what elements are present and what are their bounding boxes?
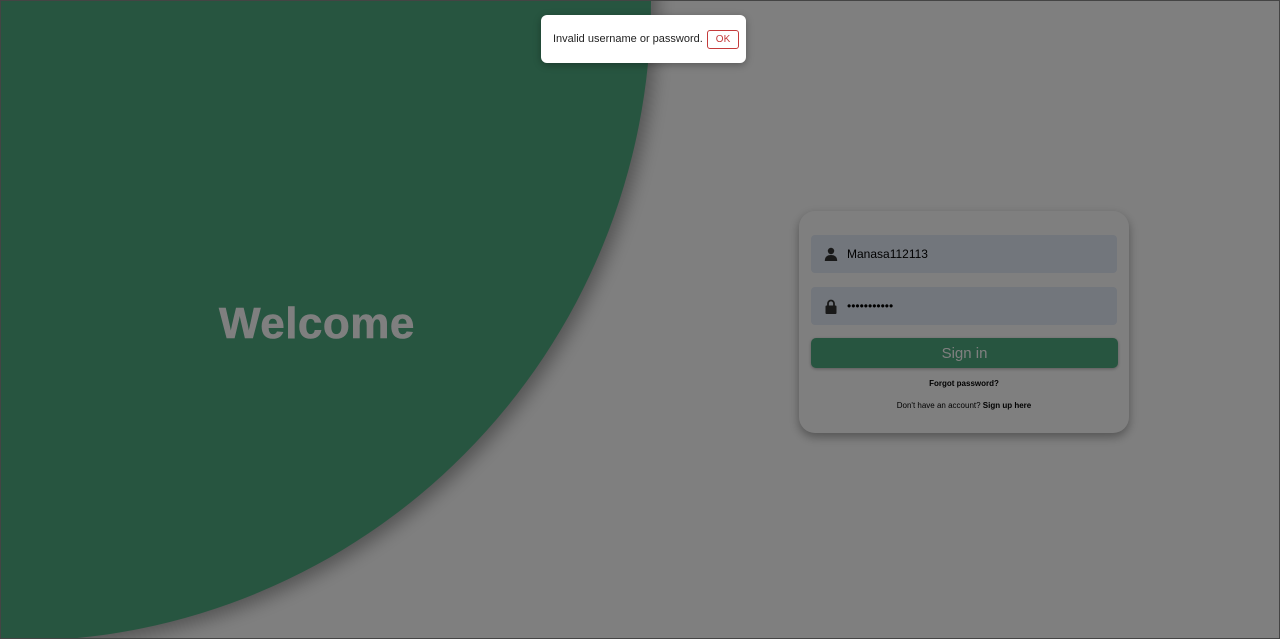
alert-ok-button[interactable]: OK <box>706 29 740 49</box>
modal-overlay <box>1 1 1279 638</box>
alert-message: Invalid username or password. <box>553 33 703 45</box>
error-alert-dialog: Invalid username or password. OK <box>541 15 746 63</box>
login-page: Welcome Sign in Forgot password? <box>0 0 1280 639</box>
